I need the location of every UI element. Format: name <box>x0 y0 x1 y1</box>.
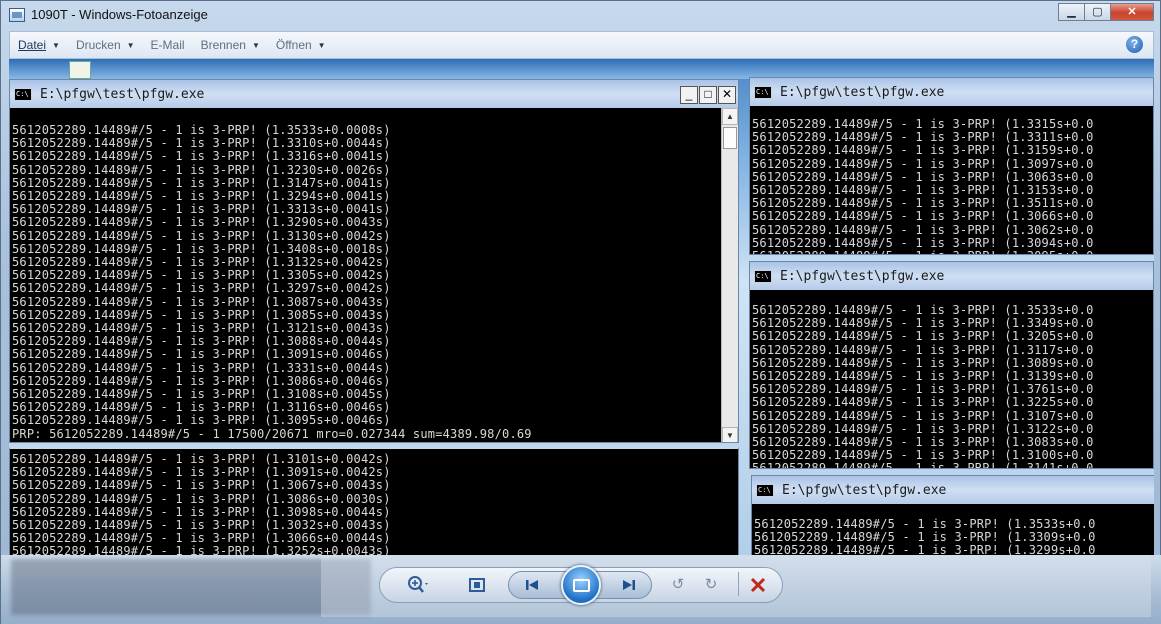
console-line: 5612052289.14489#/5 - 1 is 3-PRP! (1.314… <box>752 461 1094 469</box>
console-line: 5612052289.14489#/5 - 1 is 3-PRP! (1.306… <box>752 222 1094 237</box>
desktop-shortcut-icon <box>69 61 91 79</box>
console-close-button[interactable]: ✕ <box>718 86 736 104</box>
menu-drucken[interactable]: Drucken ▼ <box>76 38 135 52</box>
console-caption-buttons: _ □ ✕ <box>679 86 736 104</box>
console-title-bar: C:\ E:\pfgw\test\pfgw.exe <box>750 262 1153 290</box>
console-window-right-mid: C:\ E:\pfgw\test\pfgw.exe 5612052289.144… <box>749 261 1154 469</box>
maximize-button[interactable]: ▢ <box>1084 3 1110 21</box>
console-line: 5612052289.14489#/5 - 1 is 3-PRP! (1.306… <box>752 209 1094 224</box>
console-icon: C:\ <box>754 85 772 99</box>
delete-icon[interactable] <box>745 574 771 596</box>
console-icon: C:\ <box>754 269 772 283</box>
console-line: 5612052289.14489#/5 - 1 is 3-PRP! (1.313… <box>12 228 391 243</box>
console-line: 5612052289.14489#/5 - 1 is 3-PRP! (1.323… <box>12 162 391 177</box>
console-line: PRP: 5612052289.14489#/5 - 1 17500/20671… <box>12 426 532 441</box>
window-title: 1090T - Windows-Fotoanzeige <box>31 7 208 22</box>
console-output: 5612052289.14489#/5 - 1 is 3-PRP! (1.310… <box>10 453 738 555</box>
scroll-thumb[interactable] <box>723 127 737 149</box>
console-minimize-button[interactable]: _ <box>680 86 698 104</box>
dropdown-arrow-icon: ▼ <box>251 40 260 50</box>
console-line: 5612052289.14489#/5 - 1 is 3-PRP! (1.331… <box>12 149 391 164</box>
scroll-up-icon[interactable]: ▲ <box>722 108 738 125</box>
console-line: 5612052289.14489#/5 - 1 is 3-PRP! (1.329… <box>754 543 1096 555</box>
console-maximize-button[interactable]: □ <box>699 86 717 104</box>
console-icon: C:\ <box>14 87 32 101</box>
scroll-down-icon[interactable]: ▼ <box>722 427 738 442</box>
menu-datei[interactable]: Datei ▼ <box>18 38 60 52</box>
console-line: 5612052289.14489#/5 - 1 is 3-PRP! (1.309… <box>752 249 1153 254</box>
blurred-background <box>11 559 371 615</box>
console-title: E:\pfgw\test\pfgw.exe <box>782 482 947 498</box>
console-line: 5612052289.14489#/5 - 1 is 3-PRP! (1.333… <box>12 360 391 375</box>
dropdown-arrow-icon: ▼ <box>52 40 60 50</box>
console-line: 5612052289.14489#/5 - 1 is 3-PRP! (1.310… <box>752 408 1094 423</box>
console-window-right-bottom: C:\ E:\pfgw\test\pfgw.exe 5612052289.144… <box>751 475 1154 555</box>
console-title: E:\pfgw\test\pfgw.exe <box>780 268 945 284</box>
console-window-behind: 5612052289.14489#/5 - 1 is 3-PRP! (1.310… <box>9 447 739 555</box>
console-line: 5612052289.14489#/5 - 1 is 3-PRP! (1.320… <box>752 329 1094 344</box>
photo-viewer-window: 1090T - Windows-Fotoanzeige ▁ ▢ ✕ Datei … <box>0 0 1161 624</box>
menu-label: E-Mail <box>150 38 185 52</box>
magnifier-plus-icon[interactable] <box>405 574 431 596</box>
menu-label: Öffnen <box>275 38 312 52</box>
console-scrollbar[interactable]: ▲ ▼ <box>721 108 738 442</box>
menu-label: Datei <box>18 38 47 52</box>
console-title-bar: C:\ E:\pfgw\test\pfgw.exe <box>752 476 1154 504</box>
console-icon: C:\ <box>756 483 774 497</box>
close-button[interactable]: ✕ <box>1110 3 1154 21</box>
toolbar-separator <box>738 572 739 596</box>
console-title-bar: C:\ E:\pfgw\test\pfgw.exe _ □ ✕ <box>10 80 738 108</box>
console-title-bar: C:\ E:\pfgw\test\pfgw.exe <box>750 78 1153 106</box>
command-bar: Datei ▼ Drucken ▼ E-Mail Brennen ▼ Öffne… <box>9 31 1154 59</box>
next-icon[interactable] <box>616 574 642 596</box>
console-line: 5612052289.14489#/5 - 1 is 3-PRP! (1.311… <box>752 342 1094 357</box>
menu-brennen[interactable]: Brennen ▼ <box>201 38 260 52</box>
rotate-left-icon[interactable]: ↺ <box>665 574 691 596</box>
menu-label: Brennen <box>200 38 246 52</box>
title-bar: 1090T - Windows-Fotoanzeige ▁ ▢ ✕ <box>1 1 1160 31</box>
rotate-right-icon[interactable]: ↻ <box>698 574 724 596</box>
console-title: E:\pfgw\test\pfgw.exe <box>780 84 945 100</box>
slideshow-screen-icon <box>573 579 590 592</box>
console-title: E:\pfgw\test\pfgw.exe <box>40 86 205 102</box>
console-line: 5612052289.14489#/5 - 1 is 3-PRP! (1.309… <box>752 156 1094 171</box>
console-line: 5612052289.14489#/5 - 1 is 3-PRP! (1.315… <box>752 143 1094 158</box>
console-line: 5612052289.14489#/5 - 1 is 3-PRP! (1.325… <box>12 544 391 555</box>
console-line: 5612052289.14489#/5 - 1 is 3-PRP! (1.309… <box>12 413 391 428</box>
slideshow-icon[interactable] <box>561 565 601 605</box>
desktop-background <box>9 59 1154 79</box>
console-output: 5612052289.14489#/5 - 1 is 3-PRP! (1.353… <box>752 518 1154 555</box>
menu-email[interactable]: E-Mail <box>151 38 185 52</box>
console-output: 5612052289.14489#/5 - 1 is 3-PRP! (1.331… <box>750 118 1153 254</box>
caption-buttons: ▁ ▢ ✕ <box>1058 3 1154 21</box>
console-window-main: C:\ E:\pfgw\test\pfgw.exe _ □ ✕ 56120522… <box>9 79 739 443</box>
menu-label: Drucken <box>75 38 121 52</box>
console-line: 5612052289.14489#/5 - 1 is 3-PRP! (1.309… <box>12 347 391 362</box>
console-line: 5612052289.14489#/5 - 1 is 3-PRP! (1.308… <box>12 294 391 309</box>
viewer-control-bar: ↺ ↻ <box>1 555 1161 624</box>
console-line: 5612052289.14489#/5 - 1 is 3-PRP! (1.306… <box>12 478 391 493</box>
minimize-button[interactable]: ▁ <box>1058 3 1084 21</box>
dropdown-arrow-icon: ▼ <box>126 40 135 50</box>
previous-icon[interactable] <box>519 574 545 596</box>
image-viewport: 5612052289.14489#/5 - 1 is 3-PRP! (1.310… <box>9 59 1154 555</box>
console-output: 5612052289.14489#/5 - 1 is 3-PRP! (1.353… <box>750 304 1153 469</box>
photo-viewer-icon <box>9 8 25 22</box>
actual-size-icon[interactable] <box>464 574 490 596</box>
console-line: 5612052289.14489#/5 - 1 is 3-PRP! (1.308… <box>12 491 391 506</box>
console-window-right-top: C:\ E:\pfgw\test\pfgw.exe 5612052289.144… <box>749 77 1154 255</box>
help-icon[interactable]: ? <box>1126 36 1143 53</box>
dropdown-arrow-icon: ▼ <box>317 40 326 50</box>
console-output: 5612052289.14489#/5 - 1 is 3-PRP! (1.353… <box>10 124 720 442</box>
console-line: 5612052289.14489#/5 - 1 is 3-PRP! (1.329… <box>12 215 391 230</box>
console-line: 5612052289.14489#/5 - 1 is 3-PRP! (1.329… <box>12 281 391 296</box>
menu-oeffnen[interactable]: Öffnen ▼ <box>276 38 326 52</box>
console-line: 5612052289.14489#/5 - 1 is 3-PRP! (1.322… <box>752 395 1094 410</box>
